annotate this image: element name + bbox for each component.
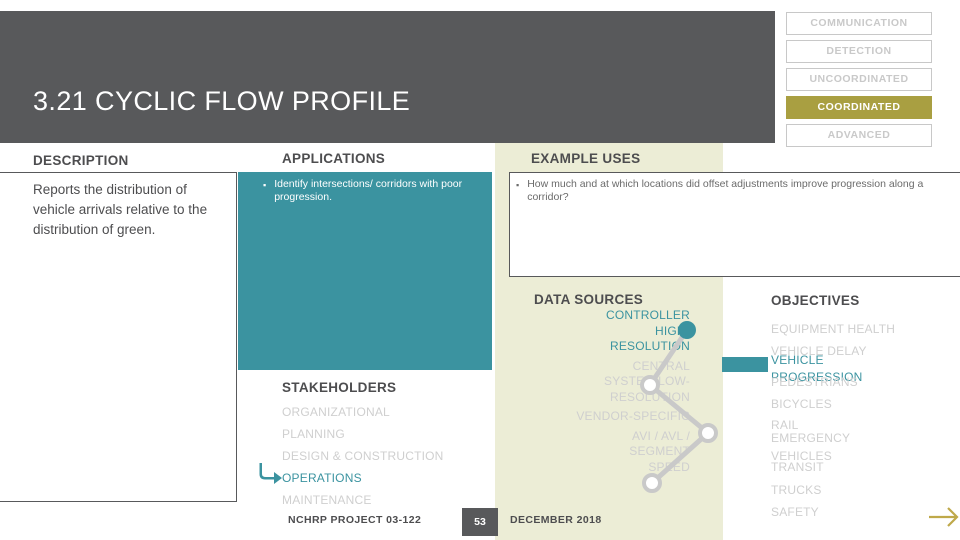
footer-date-label: DECEMBER 2018 (510, 514, 602, 526)
capability-badge-communication[interactable]: COMMUNICATION (786, 12, 932, 35)
footer-page-number: 53 (474, 516, 486, 528)
capability-badge-uncoordinated[interactable]: UNCOORDINATED (786, 68, 932, 91)
objective-item-bicycles[interactable]: BICYCLES (771, 397, 832, 413)
stakeholder-item-organizational[interactable]: ORGANIZATIONAL (282, 401, 444, 423)
bullet-item: ▪ Identify intersections/ corridors with … (263, 178, 485, 203)
objective-item-emergency[interactable]: EMERGENCY (771, 431, 850, 447)
capability-badge-advanced[interactable]: ADVANCED (786, 124, 932, 147)
header-bar (0, 11, 775, 143)
bullet-marker-icon: ▪ (263, 180, 267, 190)
node-avi-avl-segment-speed (642, 473, 662, 493)
stakeholder-pointer-arrow (259, 463, 282, 484)
applications-list: ▪ Identify intersections/ corridors with … (263, 178, 485, 209)
stakeholders-heading: STAKEHOLDERS (282, 380, 397, 395)
node-central-system-low-resolution (640, 375, 660, 395)
stakeholder-item-planning[interactable]: PLANNING (282, 423, 444, 445)
data-sources-node-graph (640, 321, 718, 493)
capability-badge-stack: COMMUNICATION DETECTION UNCOORDINATED COORD… (786, 12, 932, 152)
description-text: Reports the distribution of vehicle arri… (33, 182, 208, 237)
footer-page-box: 53 (462, 508, 498, 536)
next-slide-arrow-icon[interactable] (928, 504, 960, 530)
bullet-text: Identify intersections/ corridors with p… (274, 178, 463, 203)
objective-item-trucks[interactable]: TRUCKS (771, 483, 822, 499)
applications-heading: APPLICATIONS (282, 151, 386, 166)
stakeholder-item-maintenance[interactable]: MAINTENANCE (282, 489, 444, 511)
example-uses-list: ▪ How much and at which locations did off… (516, 178, 936, 209)
objectives-heading: OBJECTIVES (771, 293, 860, 308)
objective-item-safety[interactable]: SAFETY (771, 505, 819, 521)
objective-highlight-marker (722, 357, 768, 372)
example-uses-heading: EXAMPLE USES (531, 151, 641, 166)
stakeholder-item-design-construction[interactable]: DESIGN & CONSTRUCTION (282, 445, 444, 467)
objective-item-equipment-health[interactable]: EQUIPMENT HEALTH (771, 322, 895, 338)
description-heading: DESCRIPTION (33, 153, 129, 168)
capability-badge-detection[interactable]: DETECTION (786, 40, 932, 63)
objective-item-pedestrians[interactable]: PEDESTRIANS (771, 375, 858, 391)
data-sources-heading: DATA SOURCES (534, 292, 644, 307)
page-title: 3.21 CYCLIC FLOW PROFILE (33, 86, 411, 116)
node-controller-high-resolution (678, 321, 696, 339)
bullet-item: ▪ How much and at which locations did off… (516, 178, 936, 203)
objective-item-transit[interactable]: TRANSIT (771, 460, 824, 476)
stakeholder-item-operations[interactable]: OPERATIONS (282, 467, 444, 489)
stakeholders-list: ORGANIZATIONAL PLANNING DESIGN & CONSTRUCT… (282, 401, 444, 511)
objective-item-vehicle[interactable]: VEHICLE (771, 353, 824, 369)
footer-project-label: NCHRP PROJECT 03-122 (288, 514, 422, 526)
capability-badge-coordinated[interactable]: COORDINATED (786, 96, 932, 119)
bullet-marker-icon: ▪ (516, 180, 520, 190)
node-vendor-specific (698, 423, 718, 443)
bullet-text: How much and at which locations did offs… (527, 178, 924, 203)
